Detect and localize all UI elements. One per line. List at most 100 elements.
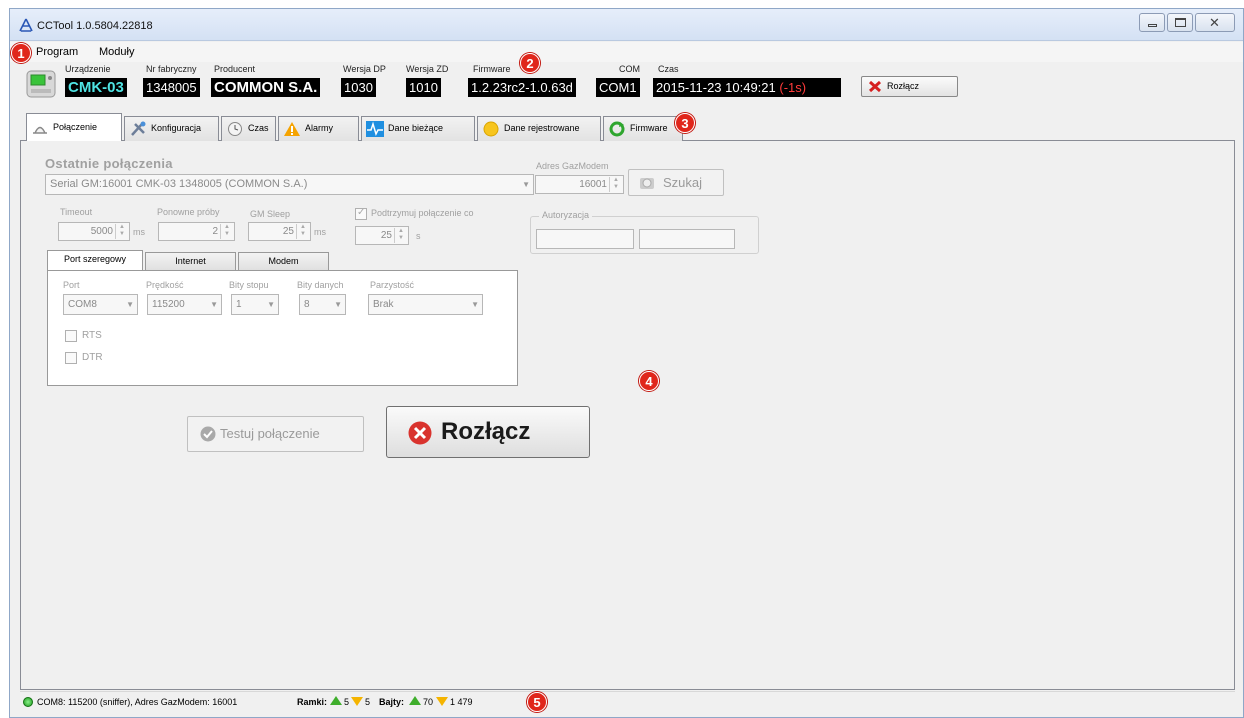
close-button[interactable]: ✕	[1195, 13, 1235, 32]
tab-configuration[interactable]: Konfiguracja	[124, 116, 219, 141]
stop-bits-label: Bity stopu	[229, 280, 269, 290]
timeout-value: 5000	[90, 226, 113, 237]
gm-sleep-spinner[interactable]: 25 ▲ ▼	[248, 222, 311, 241]
tab-connection-label: Połączenie	[53, 122, 98, 132]
device-label: Urządzenie	[65, 64, 111, 74]
minimize-button[interactable]	[1139, 13, 1165, 32]
timeout-label: Timeout	[60, 207, 93, 217]
tab-alarms-label: Alarmy	[305, 123, 334, 133]
retries-spinner[interactable]: 2 ▲ ▼	[158, 222, 235, 241]
time-offset: (-1s)	[779, 80, 807, 95]
maximize-icon	[1175, 18, 1186, 27]
subtab-serial-port[interactable]: Port szeregowy	[47, 250, 143, 271]
chevron-down-icon: ▼	[126, 300, 134, 309]
warning-icon	[284, 122, 300, 136]
status-bar: COM8: 115200 (sniffer), Adres GazModem: …	[20, 691, 1235, 713]
close-icon: ✕	[1209, 15, 1220, 30]
keepalive-checkbox[interactable]	[355, 207, 367, 220]
callout-badge-4: 4	[639, 371, 659, 391]
check-circle-icon	[200, 426, 216, 442]
speed-value: 115200	[152, 299, 185, 310]
timeout-spinner[interactable]: 5000 ▲ ▼	[58, 222, 130, 241]
recent-connections-combo[interactable]: Serial GM:16001 CMK-03 1348005 (COMMON S…	[45, 174, 534, 195]
tab-time[interactable]: Czas	[221, 116, 276, 141]
tab-time-label: Czas	[248, 123, 269, 133]
header-disconnect-label: Rozłącz	[887, 81, 920, 91]
spinner-arrows-icon: ▲ ▼	[609, 177, 622, 192]
tab-connection[interactable]: Połączenie	[26, 113, 122, 142]
menu-bar: Program Moduły	[10, 42, 1243, 62]
main-tabs: Połączenie Konfiguracja Czas Alarmy Dane…	[20, 113, 1235, 142]
stop-bits-select[interactable]: 1 ▼	[231, 294, 279, 315]
port-select[interactable]: COM8 ▼	[63, 294, 138, 315]
spinner-arrows-icon: ▲ ▼	[394, 228, 407, 243]
test-connection-button[interactable]: Testuj połączenie	[187, 416, 364, 452]
callout-badge-2: 2	[520, 53, 540, 73]
test-connection-label: Testuj połączenie	[220, 426, 320, 441]
data-bits-select[interactable]: 8 ▼	[299, 294, 346, 315]
chevron-down-icon: ▼	[471, 300, 479, 309]
authorization-group: Autoryzacja	[530, 210, 759, 254]
callout-badge-1: 1	[11, 43, 31, 63]
keepalive-value: 25	[380, 230, 392, 241]
speed-select[interactable]: 115200 ▼	[147, 294, 222, 315]
auth-password-field[interactable]	[639, 229, 735, 249]
chevron-down-icon: ▼	[267, 300, 275, 309]
status-bytes-up: 70	[423, 697, 434, 707]
connection-panel: Ostatnie połączenia Serial GM:16001 CMK-…	[20, 141, 1235, 690]
time-value: 2015-11-23 10:49:21 (-1s)	[653, 78, 841, 97]
dp-version-value: 1030	[341, 78, 376, 97]
chevron-down-icon: ▼	[210, 300, 218, 309]
com-label: COM	[619, 64, 640, 74]
producer-value: COMMON S.A.	[211, 78, 321, 97]
gazmodem-address-spinner[interactable]: 16001 ▲ ▼	[535, 175, 624, 194]
rts-label: RTS	[82, 330, 102, 341]
search-button[interactable]: Szukaj	[628, 169, 724, 196]
tab-current-data-label: Dane bieżące	[388, 123, 444, 133]
recent-connections-value: Serial GM:16001 CMK-03 1348005 (COMMON S…	[50, 178, 308, 190]
keepalive-unit: s	[416, 231, 421, 241]
spinner-arrows-icon: ▲ ▼	[220, 224, 233, 239]
subtab-internet[interactable]: Internet	[145, 252, 236, 270]
tab-alarms[interactable]: Alarmy	[278, 116, 359, 141]
spinner-arrows-icon: ▲ ▼	[115, 224, 128, 239]
status-frames-down: 5	[365, 697, 371, 707]
retries-label: Ponowne próby	[157, 207, 220, 217]
dtr-label: DTR	[82, 352, 103, 363]
rts-checkbox[interactable]	[65, 330, 77, 342]
clock-icon	[228, 122, 242, 136]
callout-badge-5: 5	[527, 692, 547, 712]
connection-status-led-icon	[23, 697, 33, 707]
dtr-checkbox[interactable]	[65, 352, 77, 364]
gazmodem-address-value: 16001	[579, 179, 607, 190]
parity-select[interactable]: Brak ▼	[368, 294, 483, 315]
gm-sleep-value: 25	[282, 226, 294, 237]
firmware-value: 1.2.23rc2-1.0.63d	[468, 78, 576, 97]
maximize-button[interactable]	[1167, 13, 1193, 32]
subtab-modem[interactable]: Modem	[238, 252, 329, 270]
menu-program[interactable]: Program	[36, 46, 78, 58]
auth-user-field[interactable]	[536, 229, 634, 249]
app-logo-icon	[19, 18, 33, 32]
chevron-down-icon: ▼	[522, 180, 530, 189]
title-bar[interactable]: CCTool 1.0.5804.22818 ✕	[10, 9, 1243, 41]
search-icon	[640, 178, 654, 189]
gm-sleep-label: GM Sleep	[250, 209, 291, 219]
menu-modules[interactable]: Moduły	[99, 46, 134, 58]
app-window: CCTool 1.0.5804.22818 ✕ Program Moduły 1…	[9, 8, 1244, 718]
tab-current-data[interactable]: Dane bieżące	[361, 116, 475, 141]
keepalive-spinner[interactable]: 25 ▲ ▼	[355, 226, 409, 245]
gazmodem-label: Adres GazModem	[536, 161, 609, 171]
zd-version-label: Wersja ZD	[406, 64, 449, 74]
status-bytes-down: 1 479	[450, 697, 473, 707]
disconnect-button[interactable]: Rozłącz	[386, 406, 590, 458]
window-title: CCTool 1.0.5804.22818	[37, 20, 153, 32]
header-disconnect-button[interactable]: Rozłącz	[861, 76, 958, 97]
tab-firmware[interactable]: Firmware	[603, 116, 683, 141]
device-icon	[26, 70, 56, 98]
tab-recorded-data[interactable]: Dane rejestrowane	[477, 116, 601, 141]
spinner-arrows-icon: ▲ ▼	[296, 224, 309, 239]
arrow-up-icon	[409, 696, 421, 705]
zd-version-value: 1010	[406, 78, 441, 97]
disconnect-circle-icon	[408, 421, 432, 445]
